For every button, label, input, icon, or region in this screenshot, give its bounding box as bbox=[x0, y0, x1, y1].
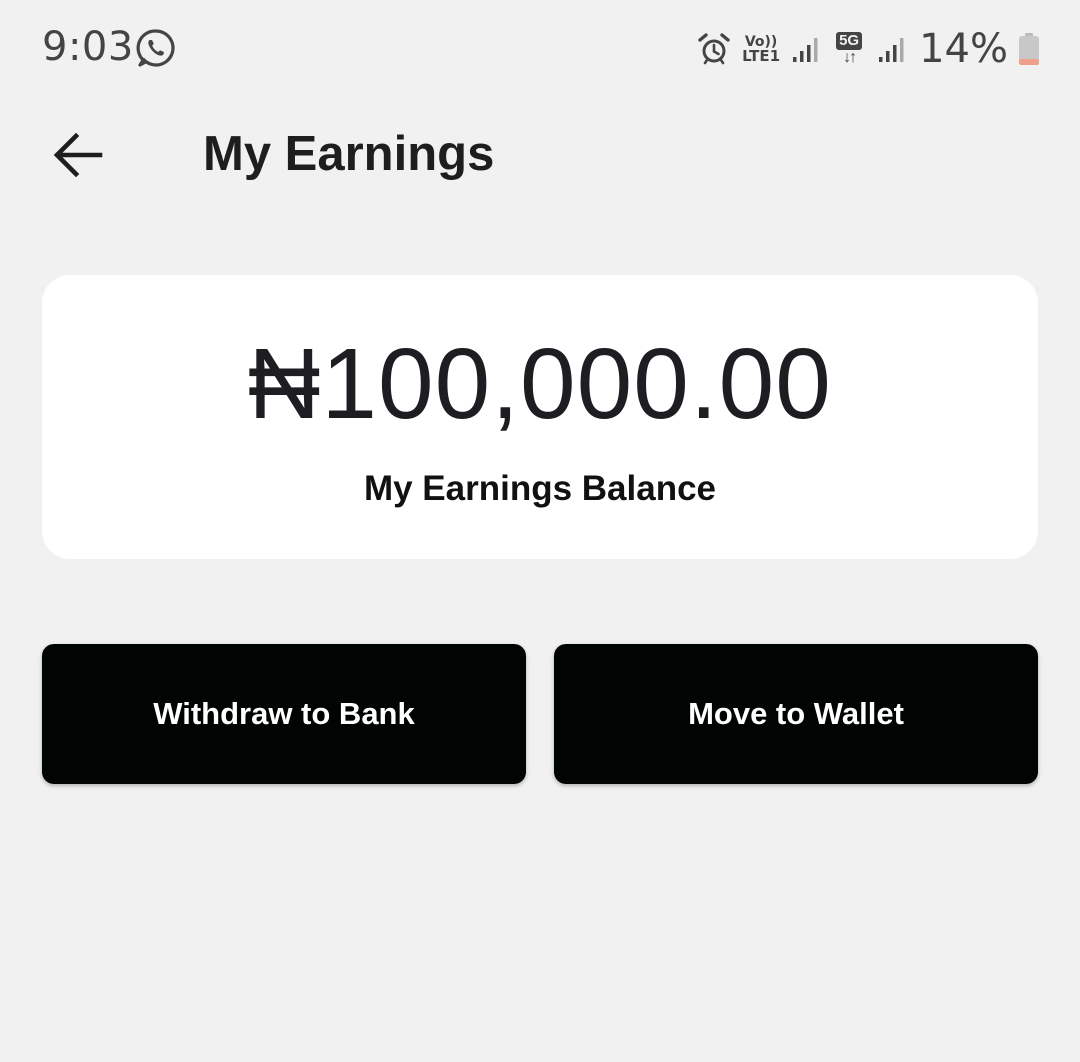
alarm-icon bbox=[698, 33, 730, 65]
move-to-wallet-label: Move to Wallet bbox=[688, 696, 904, 731]
status-bar: 9:03 Vo)) LTE1 5G ↓↑ 14% bbox=[0, 0, 1080, 96]
status-time: 9:03 bbox=[42, 24, 134, 70]
page-title: My Earnings bbox=[203, 127, 495, 181]
balance-card: ₦100,000.00 My Earnings Balance bbox=[42, 275, 1038, 559]
volte-icon: Vo)) LTE1 bbox=[741, 35, 781, 64]
status-icons: Vo)) LTE1 5G ↓↑ 14% bbox=[697, 24, 1040, 74]
back-button[interactable] bbox=[46, 126, 110, 184]
lte-label: LTE1 bbox=[742, 46, 781, 65]
balance-label: My Earnings Balance bbox=[363, 469, 717, 508]
battery-icon bbox=[1019, 33, 1039, 65]
app-header: My Earnings bbox=[0, 110, 1080, 200]
withdraw-to-bank-button[interactable]: Withdraw to Bank bbox=[42, 644, 526, 784]
battery-percentage: 14% bbox=[919, 26, 1008, 72]
5g-badge: 5G bbox=[836, 31, 863, 51]
arrow-left-icon bbox=[53, 132, 103, 178]
move-to-wallet-button[interactable]: Move to Wallet bbox=[554, 644, 1038, 784]
5g-icon: 5G ↓↑ bbox=[831, 31, 867, 67]
signal-icon bbox=[793, 38, 818, 62]
signal-icon bbox=[879, 38, 904, 62]
whatsapp-icon bbox=[136, 29, 175, 67]
balance-amount: ₦100,000.00 bbox=[248, 328, 832, 440]
data-arrows: ↓↑ bbox=[843, 49, 857, 67]
withdraw-to-bank-label: Withdraw to Bank bbox=[153, 696, 415, 731]
